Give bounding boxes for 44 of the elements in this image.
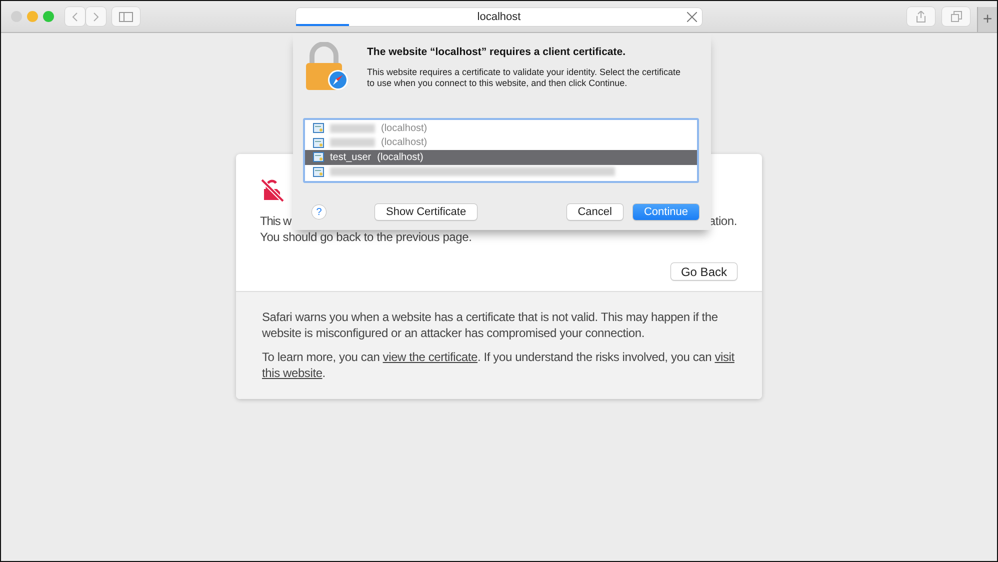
certificate-icon: [313, 152, 324, 162]
certificate-row[interactable]: test_user (localhost): [305, 150, 697, 164]
broken-lock-icon: [260, 178, 284, 202]
chevron-right-icon: [93, 12, 99, 22]
chevron-left-icon: [72, 12, 78, 22]
close-window-icon[interactable]: [11, 11, 22, 22]
certificate-icon: [313, 138, 324, 148]
share-icon: [916, 10, 926, 22]
back-button[interactable]: [65, 7, 85, 26]
certificate-host: (localhost): [377, 152, 424, 163]
forward-button[interactable]: [86, 7, 106, 26]
view-certificate-link[interactable]: view the certificate: [382, 350, 478, 364]
share-button[interactable]: [907, 7, 935, 26]
address-text: localhost: [477, 10, 521, 22]
certificate-row[interactable]: (localhost): [305, 136, 697, 150]
warning-text: This w: [260, 213, 292, 229]
certificate-host: (localhost): [381, 122, 428, 134]
certificate-name: test_user: [330, 152, 372, 163]
padlock-compass-icon: [303, 42, 349, 92]
visit-website-link[interactable]: this website: [262, 366, 322, 380]
help-button[interactable]: ?: [312, 205, 326, 219]
visit-website-link[interactable]: visit: [714, 350, 734, 364]
certificate-host: (localhost): [381, 137, 428, 148]
certificate-icon: [313, 123, 324, 134]
sidebar-button[interactable]: [112, 7, 140, 26]
learn-more-paragraph: To learn more, you can view the certificate. If you understand the risks involved, you can visit this website.: [262, 350, 736, 381]
details-paragraph: Safari warns you when a website has a certificate that is not valid. This may happen if the website is misconfigured or an attacker has compromised your connection.: [262, 310, 719, 341]
minimize-window-icon[interactable]: [27, 11, 38, 22]
certificate-row[interactable]: (localhost): [305, 121, 697, 136]
new-tab-button[interactable]: +: [977, 7, 997, 32]
dialog-button[interactable]: Cancel: [566, 204, 623, 220]
go-back-button[interactable]: Go Back: [670, 263, 737, 280]
dialog-title: The website “localhost” requires a client certificate.: [367, 46, 627, 58]
certificate-icon: [313, 166, 324, 177]
tabs-button[interactable]: [942, 7, 970, 26]
close-icon[interactable]: [687, 12, 697, 22]
zoom-window-icon[interactable]: [43, 11, 54, 22]
tabs-icon: [950, 11, 962, 22]
dialog-button[interactable]: Show Certificate: [375, 204, 478, 220]
certificate-list[interactable]: (localhost) (localhost) test_user (localhost): [303, 118, 699, 183]
address-field[interactable]: localhost: [296, 8, 702, 26]
warning-text: You should go back to the previous page.: [260, 229, 473, 245]
dialog-message: This website requires a certificate to validate your identity. Select the certificate to use when you connect to this website, and then click Continue.: [367, 67, 682, 89]
sidebar-icon: [119, 12, 133, 22]
